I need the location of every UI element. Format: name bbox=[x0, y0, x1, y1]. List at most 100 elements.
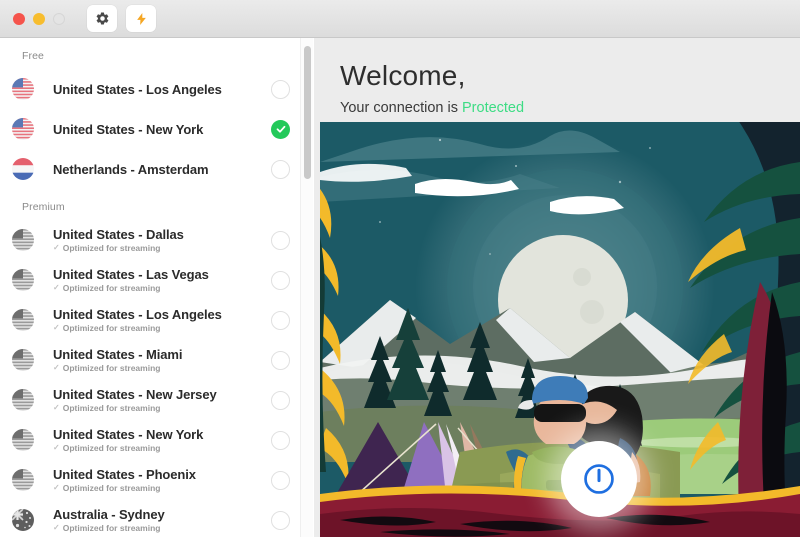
boost-button[interactable] bbox=[126, 5, 156, 32]
check-icon: ✓ bbox=[53, 243, 60, 252]
server-item-text: United States - New York ✓ Optimized for s… bbox=[53, 427, 271, 453]
server-name: Australia - Sydney bbox=[53, 507, 165, 522]
server-list-item[interactable]: United States - New York ✓ Optimized for s… bbox=[0, 420, 312, 460]
server-select-radio[interactable] bbox=[271, 159, 290, 179]
server-subtitle: ✓ Optimized for streaming bbox=[53, 483, 271, 493]
server-item-text: United States - Miami ✓ Optimized for stre… bbox=[53, 347, 271, 373]
server-name: United States - Miami bbox=[53, 347, 183, 362]
server-subtitle-text: Optimized for streaming bbox=[62, 363, 161, 373]
app-window: Free United States - Los Angeles United St… bbox=[0, 0, 800, 537]
server-selected-indicator[interactable] bbox=[271, 119, 290, 139]
settings-button[interactable] bbox=[87, 5, 117, 32]
server-select-radio[interactable] bbox=[271, 230, 290, 250]
flag-icon-us-gray bbox=[12, 469, 34, 491]
server-select-radio[interactable] bbox=[271, 79, 290, 99]
main-panel: Welcome, Your connection is Protected bbox=[314, 38, 800, 537]
flag-icon-au-gray bbox=[12, 509, 34, 531]
server-list-item[interactable]: United States - New Jersey ✓ Optimized for… bbox=[0, 380, 312, 420]
server-subtitle: ✓ Optimized for streaming bbox=[53, 323, 271, 333]
server-subtitle-text: Optimized for streaming bbox=[62, 323, 161, 333]
server-name: United States - New Jersey bbox=[53, 387, 217, 402]
server-item-text: United States - Los Angeles ✓ Optimized fo… bbox=[53, 307, 271, 333]
server-item-text: United States - Phoenix ✓ Optimized for st… bbox=[53, 467, 271, 493]
server-select-radio[interactable] bbox=[271, 350, 290, 370]
flag-icon-us-gray bbox=[12, 429, 34, 451]
check-icon: ✓ bbox=[53, 403, 60, 412]
toolbar-buttons bbox=[87, 5, 156, 32]
connection-status-value: Protected bbox=[462, 100, 525, 116]
server-item-text: Netherlands - Amsterdam bbox=[53, 162, 271, 177]
check-icon: ✓ bbox=[53, 283, 60, 292]
server-select-radio[interactable] bbox=[271, 430, 290, 450]
server-name: United States - Los Angeles bbox=[53, 81, 222, 97]
server-list-item[interactable]: United States - New York bbox=[0, 109, 312, 149]
power-toggle-button[interactable] bbox=[561, 441, 637, 517]
flag-icon-us-gray bbox=[12, 389, 34, 411]
server-select-radio[interactable] bbox=[271, 470, 290, 490]
window-controls bbox=[13, 12, 65, 25]
server-item-text: Australia - Sydney ✓ Optimized for streami… bbox=[53, 507, 271, 533]
server-subtitle: ✓ Optimized for streaming bbox=[53, 283, 271, 293]
flag-icon-us bbox=[12, 118, 34, 140]
server-subtitle-text: Optimized for streaming bbox=[62, 483, 161, 493]
server-name: United States - Los Angeles bbox=[53, 307, 222, 322]
power-icon bbox=[584, 464, 614, 494]
page-title: Welcome, bbox=[340, 60, 466, 91]
server-list-sidebar[interactable]: Free United States - Los Angeles United St… bbox=[0, 38, 313, 537]
server-list-item[interactable]: United States - Dallas ✓ Optimized for str… bbox=[0, 220, 312, 260]
server-item-text: United States - New Jersey ✓ Optimized for… bbox=[53, 387, 271, 413]
server-name: Netherlands - Amsterdam bbox=[53, 161, 209, 177]
server-subtitle-text: Optimized for streaming bbox=[62, 243, 161, 253]
server-list-item[interactable]: United States - Los Angeles ✓ Optimized fo… bbox=[0, 300, 312, 340]
title-bar bbox=[0, 0, 800, 38]
close-button[interactable] bbox=[13, 12, 25, 25]
server-item-text: United States - Las Vegas ✓ Optimized for … bbox=[53, 267, 271, 293]
checkmark-icon bbox=[276, 125, 285, 133]
server-item-text: United States - Los Angeles bbox=[53, 82, 271, 97]
flag-icon-us bbox=[12, 78, 34, 100]
server-select-radio[interactable] bbox=[271, 510, 290, 530]
sidebar-scrollbar-thumb[interactable] bbox=[304, 46, 311, 179]
server-list-item[interactable]: United States - Las Vegas ✓ Optimized for … bbox=[0, 260, 312, 300]
check-icon: ✓ bbox=[53, 483, 60, 492]
server-subtitle-text: Optimized for streaming bbox=[62, 443, 161, 453]
server-item-text: United States - Dallas ✓ Optimized for str… bbox=[53, 227, 271, 253]
server-subtitle: ✓ Optimized for streaming bbox=[53, 523, 271, 533]
flag-icon-us-gray bbox=[12, 229, 34, 251]
connection-status-prefix: Your connection is bbox=[340, 100, 462, 116]
zoom-button bbox=[53, 12, 65, 25]
section-label-free: Free bbox=[22, 50, 44, 62]
illustration-night-camping bbox=[320, 122, 800, 537]
server-subtitle: ✓ Optimized for streaming bbox=[53, 443, 271, 453]
server-list-item[interactable]: United States - Los Angeles bbox=[0, 69, 312, 109]
server-item-text: United States - New York bbox=[53, 122, 271, 137]
server-list-item[interactable]: United States - Phoenix ✓ Optimized for st… bbox=[0, 460, 312, 500]
server-subtitle-text: Optimized for streaming bbox=[62, 403, 161, 413]
server-subtitle-text: Optimized for streaming bbox=[62, 283, 161, 293]
check-icon: ✓ bbox=[53, 443, 60, 452]
flag-icon-us-gray bbox=[12, 349, 34, 371]
section-label-premium: Premium bbox=[22, 201, 65, 213]
server-name: United States - New York bbox=[53, 121, 204, 137]
server-name: United States - Dallas bbox=[53, 227, 184, 242]
lightning-bolt-icon bbox=[136, 12, 146, 25]
server-list-item[interactable]: Netherlands - Amsterdam bbox=[0, 149, 312, 189]
flag-icon-us-gray bbox=[12, 309, 34, 331]
server-list-item[interactable]: United States - Miami ✓ Optimized for stre… bbox=[0, 340, 312, 380]
server-select-radio[interactable] bbox=[271, 310, 290, 330]
flag-icon-us-gray bbox=[12, 269, 34, 291]
server-list-item[interactable]: Australia - Sydney ✓ Optimized for streami… bbox=[0, 500, 312, 537]
check-icon: ✓ bbox=[53, 363, 60, 372]
server-name: United States - New York bbox=[53, 427, 204, 442]
server-subtitle-text: Optimized for streaming bbox=[62, 523, 161, 533]
server-name: United States - Las Vegas bbox=[53, 267, 209, 282]
server-select-radio[interactable] bbox=[271, 390, 290, 410]
check-icon: ✓ bbox=[53, 523, 60, 532]
sidebar-scrollbar-track[interactable] bbox=[300, 38, 313, 537]
check-icon: ✓ bbox=[53, 323, 60, 332]
server-select-radio[interactable] bbox=[271, 270, 290, 290]
flag-icon-nl bbox=[12, 158, 34, 180]
connection-status: Your connection is Protected bbox=[314, 92, 800, 116]
server-name: United States - Phoenix bbox=[53, 467, 196, 482]
minimize-button[interactable] bbox=[33, 12, 45, 25]
